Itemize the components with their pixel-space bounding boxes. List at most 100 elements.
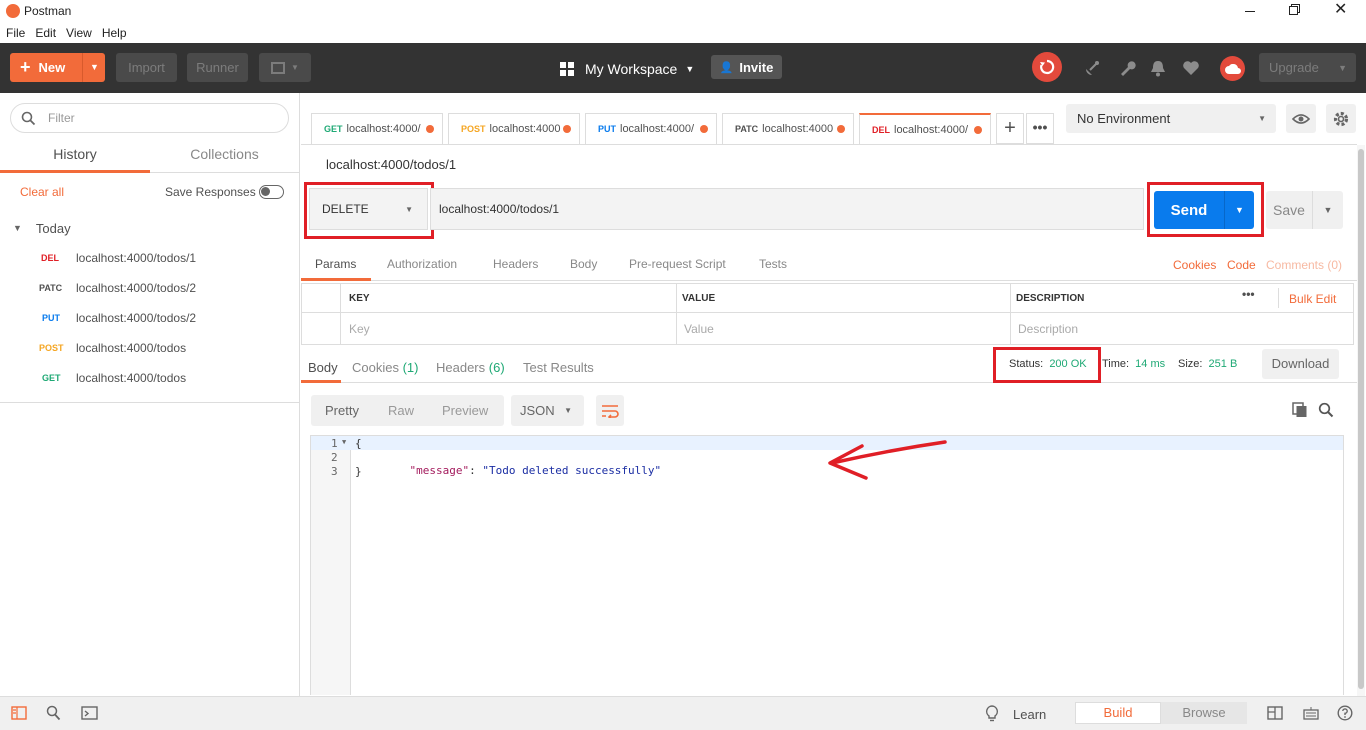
more-tabs-button[interactable]: ••• (1026, 113, 1054, 144)
code-link[interactable]: Code (1227, 258, 1256, 272)
menu-edit[interactable]: Edit (35, 26, 56, 40)
copy-icon[interactable] (1292, 402, 1308, 418)
url-input[interactable]: localhost:4000/todos/1 (430, 188, 1144, 230)
method-label: PUT (598, 124, 616, 134)
history-item[interactable]: PUT localhost:4000/todos/2 (0, 303, 299, 333)
save-responses-toggle[interactable] (259, 185, 284, 199)
response-tab-body[interactable]: Body (308, 360, 338, 375)
url-value: localhost:4000/todos/1 (439, 202, 560, 216)
download-button[interactable]: Download (1262, 349, 1339, 379)
bell-icon[interactable] (1150, 59, 1166, 77)
add-tab-button[interactable]: + (996, 113, 1024, 144)
request-tab[interactable]: PUT localhost:4000/ (585, 113, 717, 144)
sync-icon[interactable] (1032, 52, 1062, 82)
json-colon: : (469, 464, 483, 477)
chevron-down-icon[interactable]: ▼ (1313, 205, 1343, 215)
tab-url: localhost:4000 (762, 123, 834, 135)
request-tab[interactable]: POST localhost:4000 (448, 113, 580, 144)
wrap-lines-button[interactable] (596, 395, 624, 426)
tab-pre-request-script[interactable]: Pre-request Script (629, 257, 726, 271)
tab-authorization[interactable]: Authorization (387, 257, 457, 271)
request-tab[interactable]: GET localhost:4000/ (311, 113, 443, 144)
comments-link[interactable]: Comments (0) (1266, 258, 1342, 272)
two-pane-view-icon[interactable] (1267, 706, 1283, 720)
method-label: GET (42, 373, 61, 383)
tab-tests[interactable]: Tests (759, 257, 787, 271)
upgrade-button[interactable]: Upgrade ▼ (1259, 53, 1356, 82)
bulk-edit-link[interactable]: Bulk Edit (1289, 292, 1336, 306)
key-input[interactable]: Key (349, 322, 370, 336)
code-line-3: } (355, 465, 362, 478)
learn-button[interactable]: Learn (985, 705, 1046, 723)
preview-button[interactable]: Preview (442, 403, 488, 418)
tab-collections-label: Collections (190, 146, 259, 162)
keyboard-shortcuts-icon[interactable] (1303, 706, 1319, 720)
filter-input[interactable]: Filter (10, 103, 289, 133)
grid-icon (560, 62, 574, 76)
tab-headers[interactable]: Headers (493, 257, 538, 271)
history-item[interactable]: PATC localhost:4000/todos/2 (0, 273, 299, 303)
response-tab-test-results[interactable]: Test Results (523, 360, 594, 375)
manage-environments-button[interactable] (1326, 104, 1356, 133)
more-options-icon[interactable]: ••• (1242, 287, 1255, 301)
chevron-down-icon[interactable]: ▼ (90, 53, 99, 82)
invite-button[interactable]: 👤 Invite (711, 55, 782, 79)
red-arrow-annotation (828, 440, 947, 480)
restore-button[interactable] (1288, 3, 1302, 17)
tab-url: localhost:4000/ (894, 124, 968, 136)
avatar[interactable] (1220, 56, 1245, 81)
chevron-down-icon: ▼ (685, 64, 695, 74)
main-scrollbar[interactable] (1357, 145, 1365, 696)
help-icon[interactable] (1337, 705, 1353, 721)
menu-view[interactable]: View (66, 26, 92, 40)
workspace-switcher[interactable]: My Workspace ▼ (560, 59, 694, 79)
method-label: POST (461, 124, 486, 134)
tab-history[interactable]: History (0, 143, 150, 173)
environment-select[interactable]: No Environment ▼ (1066, 104, 1276, 133)
new-button[interactable]: + New ▼ (10, 53, 105, 82)
request-tab-active[interactable]: DEL localhost:4000/ (859, 113, 991, 145)
search-icon[interactable] (1318, 402, 1334, 418)
today-group-header[interactable]: ▼ Today (0, 220, 299, 236)
line-number: 2 (331, 451, 338, 464)
postman-logo-icon (6, 4, 20, 18)
import-button[interactable]: Import (116, 53, 177, 82)
satellite-icon[interactable] (1083, 59, 1101, 77)
cloud-icon (1224, 63, 1241, 74)
response-tab-cookies[interactable]: Cookies (1) (352, 360, 418, 375)
clear-all-link[interactable]: Clear all (20, 185, 64, 199)
description-input[interactable]: Description (1018, 322, 1078, 336)
tab-body[interactable]: Body (570, 257, 597, 271)
browse-button[interactable]: Browse (1161, 702, 1247, 724)
environment-quick-look-button[interactable] (1286, 104, 1316, 133)
menu-file[interactable]: File (6, 26, 25, 40)
wrench-icon[interactable] (1118, 59, 1136, 77)
console-icon[interactable] (81, 706, 98, 720)
raw-button[interactable]: Raw (388, 403, 414, 418)
headers-count: (6) (488, 360, 505, 375)
find-icon[interactable] (46, 705, 61, 721)
sidebar-toggle-icon[interactable] (11, 706, 27, 720)
history-item[interactable]: DEL localhost:4000/todos/1 (0, 243, 299, 273)
value-input[interactable]: Value (684, 322, 714, 336)
request-title[interactable]: localhost:4000/todos/1 (326, 157, 456, 172)
save-button[interactable]: Save ▼ (1266, 191, 1343, 229)
tab-collections[interactable]: Collections (150, 143, 299, 173)
response-tab-headers[interactable]: Headers (6) (436, 360, 505, 375)
format-select[interactable]: JSON ▼ (511, 395, 584, 426)
minimize-button[interactable] (1242, 2, 1258, 18)
history-item[interactable]: POST localhost:4000/todos (0, 333, 299, 363)
request-tab[interactable]: PATC localhost:4000 (722, 113, 854, 144)
build-button[interactable]: Build (1075, 702, 1161, 724)
cookies-link[interactable]: Cookies (1173, 258, 1216, 272)
menu-help[interactable]: Help (102, 26, 127, 40)
history-item[interactable]: GET localhost:4000/todos (0, 363, 299, 393)
tab-params[interactable]: Params (315, 257, 356, 271)
fold-caret-icon[interactable]: ▼ (342, 438, 346, 446)
runner-button[interactable]: Runner (187, 53, 248, 82)
heart-icon[interactable] (1182, 60, 1200, 76)
close-window-button[interactable]: ✕ (1334, 2, 1348, 18)
pretty-button[interactable]: Pretty (325, 403, 359, 418)
active-tab-underline (301, 380, 341, 383)
new-window-button[interactable]: ▼ (259, 53, 311, 82)
